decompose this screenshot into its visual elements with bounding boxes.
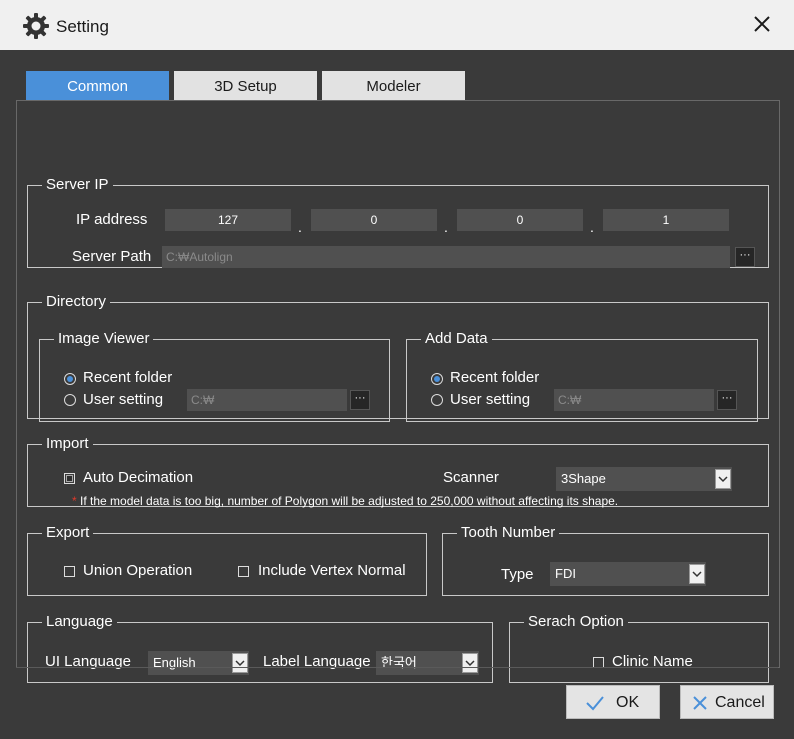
import-note-text: If the model data is too big, number of …	[80, 494, 619, 508]
include-vertex-normal-checkbox[interactable]	[238, 566, 249, 577]
gear-icon	[23, 13, 49, 39]
directory-group: Directory Image Viewer Recent folder Use…	[27, 293, 769, 422]
add-data-recent-radio[interactable]	[431, 373, 443, 385]
chevron-down-icon	[462, 653, 478, 673]
union-operation-label: Union Operation	[83, 562, 193, 579]
import-note: * If the model data is too big, number o…	[72, 494, 618, 508]
server-ip-legend: Server IP	[46, 176, 109, 193]
add-data-legend: Add Data	[425, 330, 488, 347]
ip-separator: .	[298, 219, 302, 235]
server-ip-group: Server IP IP address 127 . 0 . 0 . 1 Ser…	[27, 176, 769, 268]
directory-legend: Directory	[46, 293, 107, 310]
import-legend: Import	[46, 435, 89, 452]
image-viewer-legend: Image Viewer	[58, 330, 150, 347]
search-option-group: Serach Option Clinic Name	[509, 613, 769, 683]
divider	[16, 667, 778, 668]
union-operation-checkbox[interactable]	[64, 566, 75, 577]
image-viewer-group: Image Viewer Recent folder User setting …	[39, 330, 390, 422]
check-icon	[586, 696, 604, 711]
dialog-body: Common 3D Setup Modeler Server IP IP add…	[0, 50, 794, 739]
add-data-user-radio[interactable]	[431, 394, 443, 406]
window-title: Setting	[56, 17, 109, 36]
close-icon[interactable]	[750, 12, 774, 36]
ui-language-select[interactable]: English	[148, 651, 249, 675]
add-data-user-label: User setting	[450, 391, 531, 408]
ip-octet-1[interactable]: 127	[165, 209, 291, 231]
include-vertex-normal-label: Include Vertex Normal	[258, 562, 406, 579]
cancel-button[interactable]: Cancel	[680, 685, 774, 719]
scanner-label: Scanner	[443, 469, 499, 486]
scanner-value: 3Shape	[561, 471, 606, 486]
title-bar: Setting	[0, 0, 794, 50]
chevron-down-icon	[232, 653, 248, 673]
tooth-number-group: Tooth Number Type FDI	[442, 524, 769, 596]
tooth-type-value: FDI	[555, 566, 576, 581]
tab-3d-setup[interactable]: 3D Setup	[174, 71, 317, 101]
tab-modeler[interactable]: Modeler	[322, 71, 465, 101]
image-viewer-browse-button[interactable]: ···	[350, 390, 370, 410]
image-viewer-user-label: User setting	[83, 391, 164, 408]
search-option-legend: Serach Option	[528, 613, 624, 630]
ip-octet-4[interactable]: 1	[603, 209, 729, 231]
tooth-type-select[interactable]: FDI	[550, 562, 706, 586]
server-path-label: Server Path	[72, 248, 152, 265]
cancel-x-icon	[693, 696, 707, 710]
ip-octet-2[interactable]: 0	[311, 209, 437, 231]
tooth-type-label: Type	[501, 566, 534, 583]
language-group: Language UI Language English Label Langu…	[27, 613, 493, 683]
add-data-group: Add Data Recent folder User setting C:₩ …	[406, 330, 758, 422]
add-data-browse-button[interactable]: ···	[717, 390, 737, 410]
image-viewer-recent-radio[interactable]	[64, 373, 76, 385]
add-data-path-field[interactable]: C:₩	[554, 389, 714, 411]
ip-address-label: IP address	[76, 211, 148, 228]
ip-separator: .	[590, 219, 594, 235]
scanner-select[interactable]: 3Shape	[556, 467, 732, 491]
chevron-down-icon	[689, 564, 705, 584]
auto-decimation-label: Auto Decimation	[83, 469, 194, 486]
auto-decimation-checkbox[interactable]	[64, 473, 75, 484]
tab-panel-common: Server IP IP address 127 . 0 . 0 . 1 Ser…	[16, 100, 780, 683]
tab-common[interactable]: Common	[26, 71, 169, 101]
tooth-number-legend: Tooth Number	[461, 524, 556, 541]
import-group: Import Auto Decimation Scanner 3Shape * …	[27, 435, 769, 508]
chevron-down-icon	[715, 469, 731, 489]
label-language-select[interactable]: 한국어	[376, 651, 479, 675]
image-viewer-path-field[interactable]: C:₩	[187, 389, 347, 411]
ip-separator: .	[444, 219, 448, 235]
cancel-label: Cancel	[715, 694, 765, 711]
export-legend: Export	[46, 524, 90, 541]
note-asterisk: *	[72, 494, 77, 508]
export-group: Export Union Operation Include Vertex No…	[27, 524, 427, 596]
image-viewer-recent-label: Recent folder	[83, 369, 173, 386]
add-data-recent-label: Recent folder	[450, 369, 540, 386]
ok-button[interactable]: OK	[566, 685, 660, 719]
server-path-field[interactable]: C:₩Autolign	[162, 246, 730, 268]
server-path-browse-button[interactable]: ···	[735, 247, 755, 267]
ok-label: OK	[616, 694, 640, 711]
image-viewer-user-radio[interactable]	[64, 394, 76, 406]
ip-octet-3[interactable]: 0	[457, 209, 583, 231]
language-legend: Language	[46, 613, 113, 630]
